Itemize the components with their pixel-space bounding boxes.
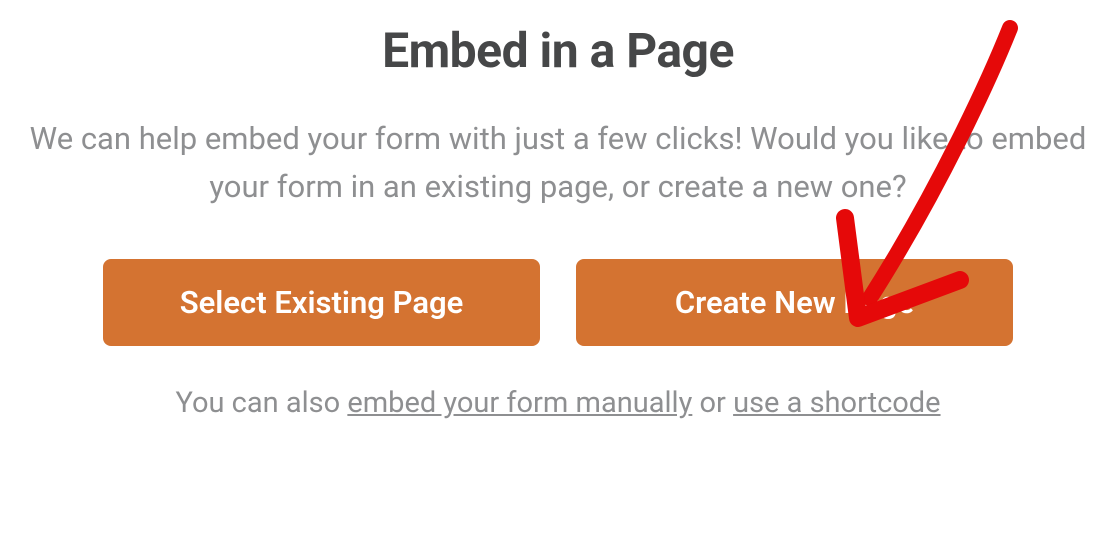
footer-text: You can also embed your form manually or… [175,386,940,420]
select-existing-page-button[interactable]: Select Existing Page [103,259,540,346]
modal-description: We can help embed your form with just a … [28,115,1088,211]
footer-middle: or [692,386,733,420]
embed-manually-link[interactable]: embed your form manually [347,386,692,420]
modal-title: Embed in a Page [382,22,734,79]
create-new-page-button[interactable]: Create New Page [576,259,1013,346]
use-shortcode-link[interactable]: use a shortcode [733,386,940,420]
button-row: Select Existing Page Create New Page [103,259,1013,346]
footer-prefix: You can also [175,386,347,420]
